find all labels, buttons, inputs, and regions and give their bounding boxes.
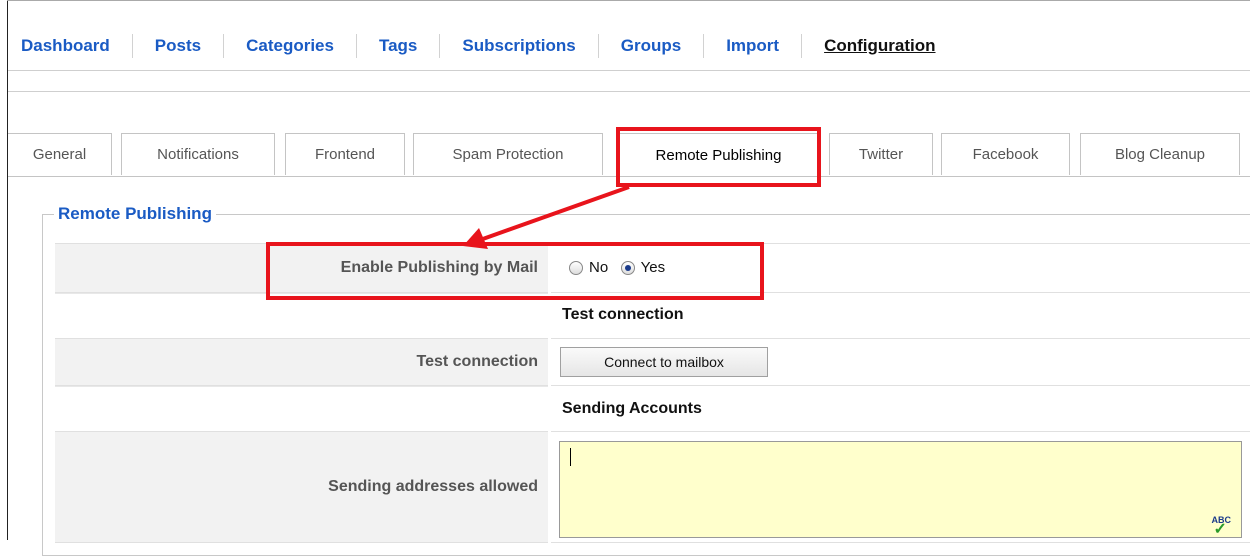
annotation-arrow <box>463 185 630 249</box>
